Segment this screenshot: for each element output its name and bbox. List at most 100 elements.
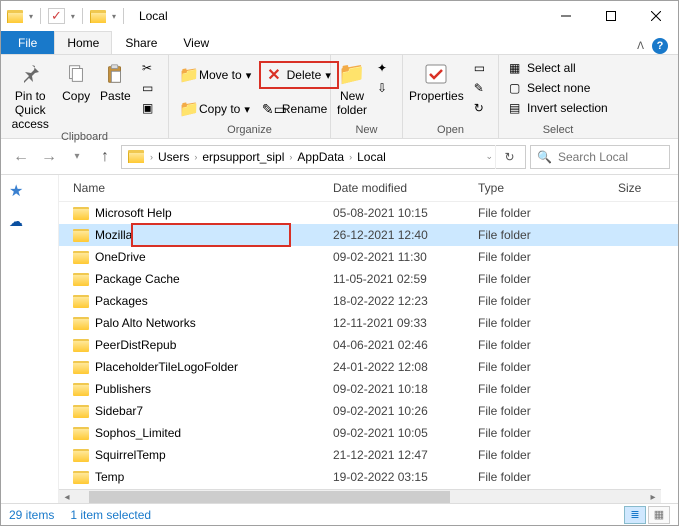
search-input[interactable]: 🔍 Search Local	[530, 145, 670, 169]
table-row[interactable]: Microsoft Help05-08-2021 10:15File folde…	[59, 202, 678, 224]
tab-home[interactable]: Home	[54, 31, 112, 54]
select-none-icon: ▢	[509, 81, 523, 95]
tab-share[interactable]: Share	[112, 31, 170, 54]
navigation-pane[interactable]: ★ ☁	[1, 175, 59, 505]
up-button[interactable]: ↑	[93, 145, 117, 169]
refresh-button[interactable]: ↻	[495, 145, 523, 169]
file-date: 12-11-2021 09:33	[333, 316, 478, 330]
file-date: 18-02-2022 12:23	[333, 294, 478, 308]
file-name: Mozilla	[95, 228, 132, 242]
recent-dropdown[interactable]: ▾	[65, 145, 89, 169]
properties-button[interactable]: Properties	[409, 57, 464, 103]
checkbox-icon[interactable]: ✓	[48, 8, 65, 24]
back-button[interactable]: ←	[9, 145, 33, 169]
search-placeholder: Search Local	[558, 150, 628, 164]
table-row[interactable]: Palo Alto Networks12-11-2021 09:33File f…	[59, 312, 678, 334]
cut-button[interactable]: ✂	[138, 59, 162, 77]
folder-icon	[73, 273, 89, 286]
folder-icon	[73, 405, 89, 418]
delete-icon: ✕	[267, 65, 280, 85]
group-label-select: Select	[505, 124, 611, 138]
move-to-button[interactable]: 📁Move to ▾	[175, 63, 255, 87]
file-date: 05-08-2021 10:15	[333, 206, 478, 220]
address-dropdown-icon[interactable]: ⌄	[483, 151, 495, 162]
breadcrumb-users[interactable]: Users	[155, 150, 192, 164]
col-name[interactable]: Name	[73, 181, 333, 195]
folder-icon	[90, 10, 106, 23]
breadcrumb-user[interactable]: erpsupport_sipl	[199, 150, 287, 164]
minimize-button[interactable]	[543, 1, 588, 31]
delete-button[interactable]: ✕Delete ▾	[261, 63, 337, 87]
file-type: File folder	[478, 382, 618, 396]
icons-view-toggle[interactable]: ▦	[648, 506, 670, 524]
pin-to-quick-access-button[interactable]: Pin to Quick access	[7, 57, 54, 131]
file-type: File folder	[478, 470, 618, 484]
table-row[interactable]: Mozilla26-12-2021 12:40File folder	[59, 224, 678, 246]
col-size[interactable]: Size	[618, 181, 678, 195]
file-date: 24-01-2022 12:08	[333, 360, 478, 374]
title-bar: ▾ ✓ ▾ ▾ Local	[1, 1, 678, 31]
paste-shortcut-button[interactable]: ▣	[138, 99, 162, 117]
file-name: Microsoft Help	[95, 206, 172, 220]
open-button[interactable]: ▭	[470, 59, 494, 77]
table-row[interactable]: PeerDistRepub04-06-2021 02:46File folder	[59, 334, 678, 356]
breadcrumb-local[interactable]: Local	[354, 150, 389, 164]
file-type: File folder	[478, 426, 618, 440]
group-label-new: New	[337, 124, 396, 138]
chevron-right-icon[interactable]: ›	[148, 152, 155, 162]
paste-button[interactable]: Paste	[99, 57, 132, 103]
shortcut-icon: ▣	[142, 101, 158, 115]
help-icon[interactable]: ?	[652, 38, 668, 54]
copy-path-button[interactable]: ▭	[138, 79, 162, 97]
breadcrumb-appdata[interactable]: AppData	[294, 150, 347, 164]
table-row[interactable]: SquirrelTemp21-12-2021 12:47File folder	[59, 444, 678, 466]
nav-quick-access[interactable]: ★	[1, 175, 58, 207]
copy-button[interactable]: Copy	[60, 57, 93, 103]
tab-view[interactable]: View	[170, 31, 222, 54]
chevron-right-icon[interactable]: ›	[192, 152, 199, 162]
edit-button[interactable]: ✎	[470, 79, 494, 97]
col-date[interactable]: Date modified	[333, 181, 478, 195]
file-date: 09-02-2021 10:05	[333, 426, 478, 440]
file-type: File folder	[478, 272, 618, 286]
copy-to-button[interactable]: 📁Copy to ▾	[175, 97, 254, 121]
maximize-button[interactable]	[588, 1, 633, 31]
details-view-toggle[interactable]: ≣	[624, 506, 646, 524]
table-row[interactable]: Publishers09-02-2021 10:18File folder	[59, 378, 678, 400]
tab-file[interactable]: File	[1, 31, 54, 54]
col-type[interactable]: Type	[478, 181, 618, 195]
ribbon-tabs: File Home Share View ᐱ ?	[1, 31, 678, 55]
new-item-button[interactable]: ✦	[373, 59, 397, 77]
folder-icon	[73, 383, 89, 396]
forward-button[interactable]: →	[37, 145, 61, 169]
chevron-right-icon[interactable]: ›	[347, 152, 354, 162]
easy-access-button[interactable]: ⇩	[373, 79, 397, 97]
close-button[interactable]	[633, 1, 678, 31]
table-row[interactable]: OneDrive09-02-2021 11:30File folder	[59, 246, 678, 268]
select-all-button[interactable]: ▦Select all	[505, 59, 612, 77]
copy-icon	[65, 59, 87, 89]
table-row[interactable]: Sidebar709-02-2021 10:26File folder	[59, 400, 678, 422]
nav-onedrive[interactable]: ☁	[1, 207, 58, 236]
file-name: Palo Alto Networks	[95, 316, 196, 330]
qa-dropdown-icon[interactable]: ▾	[29, 12, 33, 21]
select-none-button[interactable]: ▢Select none	[505, 79, 612, 97]
chevron-right-icon[interactable]: ›	[287, 152, 294, 162]
history-button[interactable]: ↻	[470, 99, 494, 117]
invert-selection-button[interactable]: ▤Invert selection	[505, 99, 612, 117]
table-row[interactable]: Sophos_Limited09-02-2021 10:05File folde…	[59, 422, 678, 444]
column-headers[interactable]: Name Date modified Type Size	[59, 175, 678, 202]
file-type: File folder	[478, 404, 618, 418]
table-row[interactable]: Packages18-02-2022 12:23File folder	[59, 290, 678, 312]
table-row[interactable]: Temp19-02-2022 03:15File folder	[59, 466, 678, 488]
qa-dropdown-icon[interactable]: ▾	[112, 12, 116, 21]
qa-dropdown-icon[interactable]: ▾	[71, 12, 75, 21]
table-row[interactable]: Package Cache11-05-2021 02:59File folder	[59, 268, 678, 290]
table-row[interactable]: PlaceholderTileLogoFolder24-01-2022 12:0…	[59, 356, 678, 378]
new-folder-button[interactable]: 📁 New folder	[337, 57, 367, 117]
ribbon-collapse-icon[interactable]: ᐱ	[637, 41, 644, 52]
rename-button[interactable]: ✎▭Rename	[258, 99, 331, 120]
open-icon: ▭	[474, 61, 490, 75]
address-bar[interactable]: › Users › erpsupport_sipl › AppData › Lo…	[121, 145, 526, 169]
folder-icon	[73, 317, 89, 330]
